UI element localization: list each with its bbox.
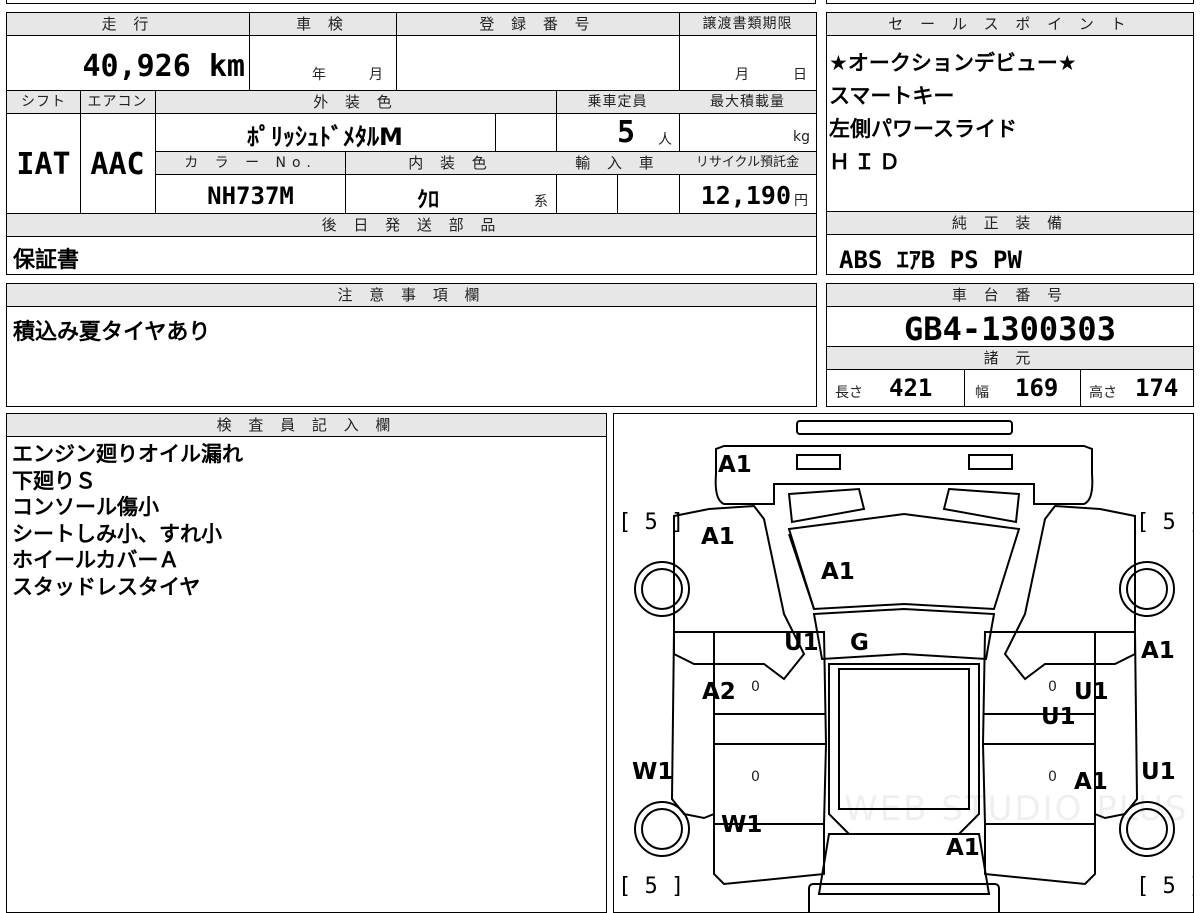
recycle-value: 12,190: [700, 181, 791, 210]
exterior-header: 外 装 色: [155, 91, 556, 114]
inspector-header: 検 査 員 記 入 欄: [7, 414, 606, 437]
shaken-year: 年: [312, 67, 326, 83]
shaken-month: 月: [369, 67, 383, 83]
shaken-header: 車 検: [249, 13, 396, 36]
code-left-pillar: U1: [784, 630, 819, 656]
code-left-front-door: A2: [702, 679, 736, 705]
equipment-header: 純 正 装 備: [827, 212, 1193, 235]
chassis-panel: 車 台 番 号 GB4-1300303 諸 元 長さ 421 幅 169 高さ …: [826, 283, 1194, 407]
door-mark: 0: [751, 679, 760, 695]
inspector-line: 下廻りＳ: [12, 468, 96, 493]
code-right-front-door-1: U1: [1074, 679, 1109, 705]
col-line-1: [249, 13, 250, 90]
code-right-front-fender: A1: [1141, 638, 1175, 664]
col-line-2: [396, 13, 397, 90]
mileage-header: 走 行: [7, 13, 249, 36]
capacity-header: 乗車定員: [556, 91, 679, 114]
chassis-value: GB4-1300303: [904, 310, 1116, 348]
vehicle-info-panel: 走 行 車 検 登 録 番 号 譲渡書類期限 40,926 km 年 月 月 日…: [6, 12, 817, 275]
notes-header: 注 意 事 項 欄: [7, 284, 816, 307]
interior-suffix: 系: [534, 194, 548, 210]
spec-header: 諸 元: [827, 347, 1193, 370]
transfer-month: 月: [735, 67, 749, 83]
capacity-unit: 人: [658, 132, 672, 148]
reg-header: 登 録 番 号: [396, 13, 679, 36]
code-roof: A1: [946, 835, 980, 861]
sales-point: ＨＩＤ: [829, 150, 904, 174]
top-strip-right: [826, 0, 1194, 4]
capacity-value: 5: [617, 115, 636, 150]
code-left-sill: W1: [632, 759, 674, 785]
ac-value: AAC: [90, 147, 145, 182]
inspector-lines: エンジン廻りオイル漏れ 下廻りＳ コンソール傷小 シートしみ小、すれ小 ホイール…: [12, 441, 243, 600]
code-left-rear-quarter: W1: [721, 812, 763, 838]
equipment-panel: 純 正 装 備 ABS ｴｱB PS PW: [826, 211, 1194, 275]
notes-text: 積込み夏タイヤあり: [13, 320, 211, 345]
inspector-line: シートしみ小、すれ小: [12, 521, 222, 546]
car-diagram-panel: [ 5 ] [ 5 ] [ 5 ] [ 5 ] 0 0 0 0 A1 A1 A1…: [613, 413, 1194, 913]
transfer-header: 譲渡書類期限: [679, 13, 816, 36]
sales-header: セ ー ル ス ポ イ ン ト: [827, 13, 1193, 36]
height-label: 高さ: [1089, 385, 1117, 401]
inspector-line: コンソール傷小: [12, 495, 159, 519]
notes-panel: 注 意 事 項 欄 積込み夏タイヤあり: [6, 283, 817, 407]
inspector-line: ホイールカバーＡ: [12, 548, 180, 572]
code-left-front-fender: A1: [701, 524, 735, 550]
sales-point: ★オークションデビュー★: [829, 51, 1077, 75]
color-no-value: NH737M: [207, 182, 294, 210]
length-label: 長さ: [835, 385, 863, 401]
code-right-sill: U1: [1141, 759, 1176, 785]
equipment-value: ABS ｴｱB PS PW: [839, 246, 1022, 274]
transfer-day: 日: [793, 67, 807, 83]
shift-header: シフト: [7, 91, 80, 114]
color-no-header: カ ラ ー No.: [156, 152, 345, 175]
spec-col-2: [1080, 370, 1081, 406]
tire-bracket-front-left: [ 5 ]: [618, 510, 685, 535]
top-strip-left: [6, 0, 816, 4]
chassis-header: 車 台 番 号: [827, 284, 1193, 307]
door-mark: 0: [751, 769, 760, 785]
width-label: 幅: [975, 385, 989, 401]
sales-point: スマートキー: [829, 84, 955, 108]
recycle-header: リサイクル預託金: [679, 152, 816, 175]
interior-header: 内 装 色: [345, 152, 556, 175]
code-right-front-door-2: U1: [1041, 704, 1076, 730]
inspector-panel: 検 査 員 記 入 欄 エンジン廻りオイル漏れ 下廻りＳ コンソール傷小 シート…: [6, 413, 607, 913]
code-windshield: G: [850, 630, 869, 656]
col-colorno: [345, 152, 346, 213]
inspector-line: スタッドレスタイヤ: [12, 574, 201, 599]
door-mark: 0: [1048, 679, 1057, 695]
later-header: 後 日 発 送 部 品: [7, 214, 816, 237]
col-ext-split: [495, 113, 496, 151]
sales-points-panel: セ ー ル ス ポ イ ン ト ★オークションデビュー★ スマートキー 左側パワ…: [826, 12, 1194, 212]
door-mark: 0: [1048, 769, 1057, 785]
width-value: 169: [1015, 374, 1059, 402]
inspector-line: エンジン廻りオイル漏れ: [12, 442, 243, 466]
interior-value: ｸﾛ: [417, 188, 440, 213]
recycle-unit: 円: [794, 193, 808, 209]
tire-bracket-rear-right: [ 5 ]: [1136, 874, 1193, 899]
sales-point: 左側パワースライド: [829, 117, 1017, 141]
tire-bracket-front-right: [ 5 ]: [1136, 510, 1193, 535]
exterior-value: ﾎﾟﾘｯｼｭﾄﾞﾒﾀﾙM: [247, 123, 403, 151]
watermark: WEB STUDIO PLUS: [844, 789, 1189, 829]
ac-header: エアコン: [80, 91, 155, 114]
height-value: 174: [1135, 374, 1179, 402]
code-front-bumper: A1: [718, 452, 752, 478]
mileage-value: 40,926 km: [82, 49, 245, 84]
load-unit: kg: [793, 129, 810, 145]
shift-value: IAT: [16, 147, 71, 182]
car-outline-diagram: [634, 420, 1175, 912]
later-items: 保証書: [13, 248, 80, 273]
length-value: 421: [889, 374, 933, 402]
col-import-split: [617, 173, 618, 213]
tire-bracket-rear-left: [ 5 ]: [618, 874, 685, 899]
sales-points-list: ★オークションデビュー★ スマートキー 左側パワースライド ＨＩＤ: [829, 47, 1077, 179]
code-hood: A1: [821, 559, 855, 585]
import-header: 輸 入 車: [556, 152, 679, 175]
load-header: 最大積載量: [679, 91, 816, 114]
spec-col-1: [964, 370, 965, 406]
